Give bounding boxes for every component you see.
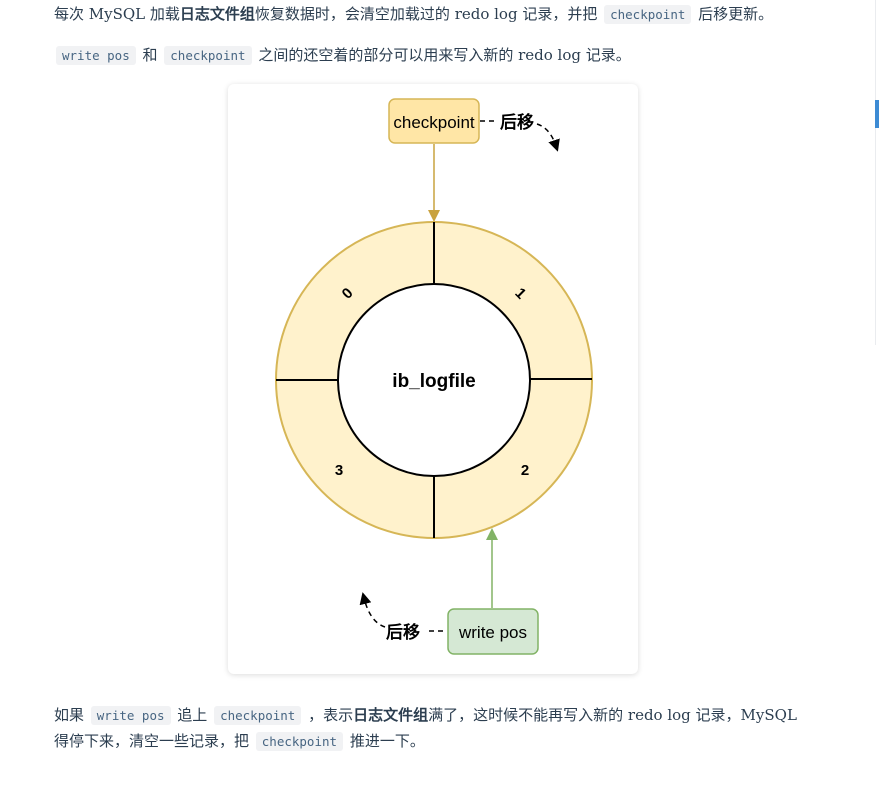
text: 恢复数据时，会清空加载过的 redo log 记录，并把 <box>254 5 603 23</box>
scrollbar-track[interactable] <box>875 0 883 345</box>
text: 和 <box>137 46 163 64</box>
checkpoint-label: checkpoint <box>393 113 475 132</box>
paragraph-full-log-continued: 得停下来，清空一些记录，把 checkpoint 推进一下。 <box>54 728 834 755</box>
move-arrow-top <box>536 123 560 152</box>
paragraph-checkpoint-intro: 每次 MySQL 加载日志文件组恢复数据时，会清空加载过的 redo log 记… <box>54 1 834 28</box>
move-arrow-bottom <box>359 592 386 628</box>
text: 之间的还空着的部分可以用来写入新的 redo log 记录。 <box>253 46 631 64</box>
redo-log-diagram: ib_logfile 0 1 2 3 checkpoint 后移 write p… <box>228 84 638 674</box>
write-pos-label: write pos <box>458 623 527 642</box>
center-label: ib_logfile <box>392 371 475 392</box>
segment-label-3: 3 <box>335 462 343 479</box>
text: 满了，这时候不能再写入新的 redo log 记录，MySQL <box>428 706 797 724</box>
bold-text: 日志文件组 <box>179 5 255 23</box>
inline-code: write pos <box>90 706 171 725</box>
diagram-svg: ib_logfile 0 1 2 3 checkpoint 后移 write p… <box>275 98 593 655</box>
move-label-bottom: 后移 <box>386 622 420 643</box>
inline-code: checkpoint <box>255 732 344 751</box>
scrollbar-thumb[interactable] <box>875 100 879 128</box>
paragraph-free-space: write pos 和 checkpoint 之间的还空着的部分可以用来写入新的… <box>54 42 834 69</box>
text: ，表示 <box>303 706 354 724</box>
move-label-top: 后移 <box>500 112 534 133</box>
text: 推进一下。 <box>345 732 425 750</box>
inline-code: write pos <box>56 46 136 65</box>
text: 得停下来，清空一些记录，把 <box>54 732 254 750</box>
inline-code: checkpoint <box>164 46 252 65</box>
inline-code: checkpoint <box>214 706 302 725</box>
text: 每次 MySQL 加载 <box>54 5 180 23</box>
segment-label-2: 2 <box>521 462 529 479</box>
paragraph-full-log: 如果 write pos 追上 checkpoint ，表示日志文件组满了，这时… <box>54 702 834 729</box>
text: 追上 <box>172 706 213 724</box>
text: 后移更新。 <box>693 5 774 23</box>
text: 如果 <box>54 706 89 724</box>
bold-text: 日志文件组 <box>353 706 429 724</box>
inline-code: checkpoint <box>604 5 692 24</box>
